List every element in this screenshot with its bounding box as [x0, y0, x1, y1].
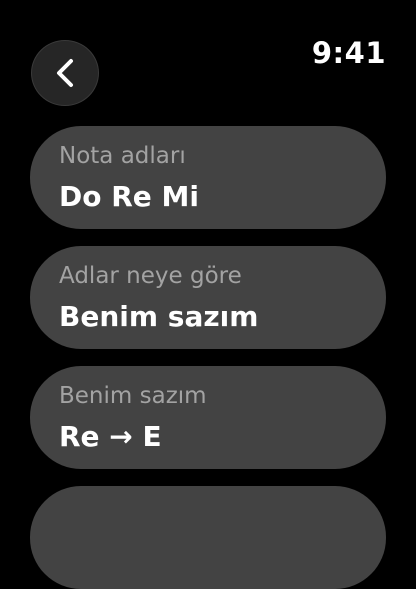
setting-row-my-instrument[interactable]: Benim sazım Re → E	[30, 366, 386, 469]
setting-row-value: Benim sazım	[59, 300, 259, 333]
back-button[interactable]	[31, 40, 99, 106]
setting-row-value: Do Re Mi	[59, 180, 199, 213]
setting-row-value: Re → E	[59, 420, 162, 453]
setting-row-title: Adlar neye göre	[59, 263, 242, 289]
chevron-left-icon	[57, 59, 73, 87]
setting-row-title: Nota adları	[59, 143, 186, 169]
setting-row-title: Benim sazım	[59, 383, 207, 409]
setting-row-partial[interactable]	[30, 486, 386, 589]
setting-row-names-based-on[interactable]: Adlar neye göre Benim sazım	[30, 246, 386, 349]
status-time: 9:41	[311, 36, 386, 70]
setting-row-note-names[interactable]: Nota adları Do Re Mi	[30, 126, 386, 229]
